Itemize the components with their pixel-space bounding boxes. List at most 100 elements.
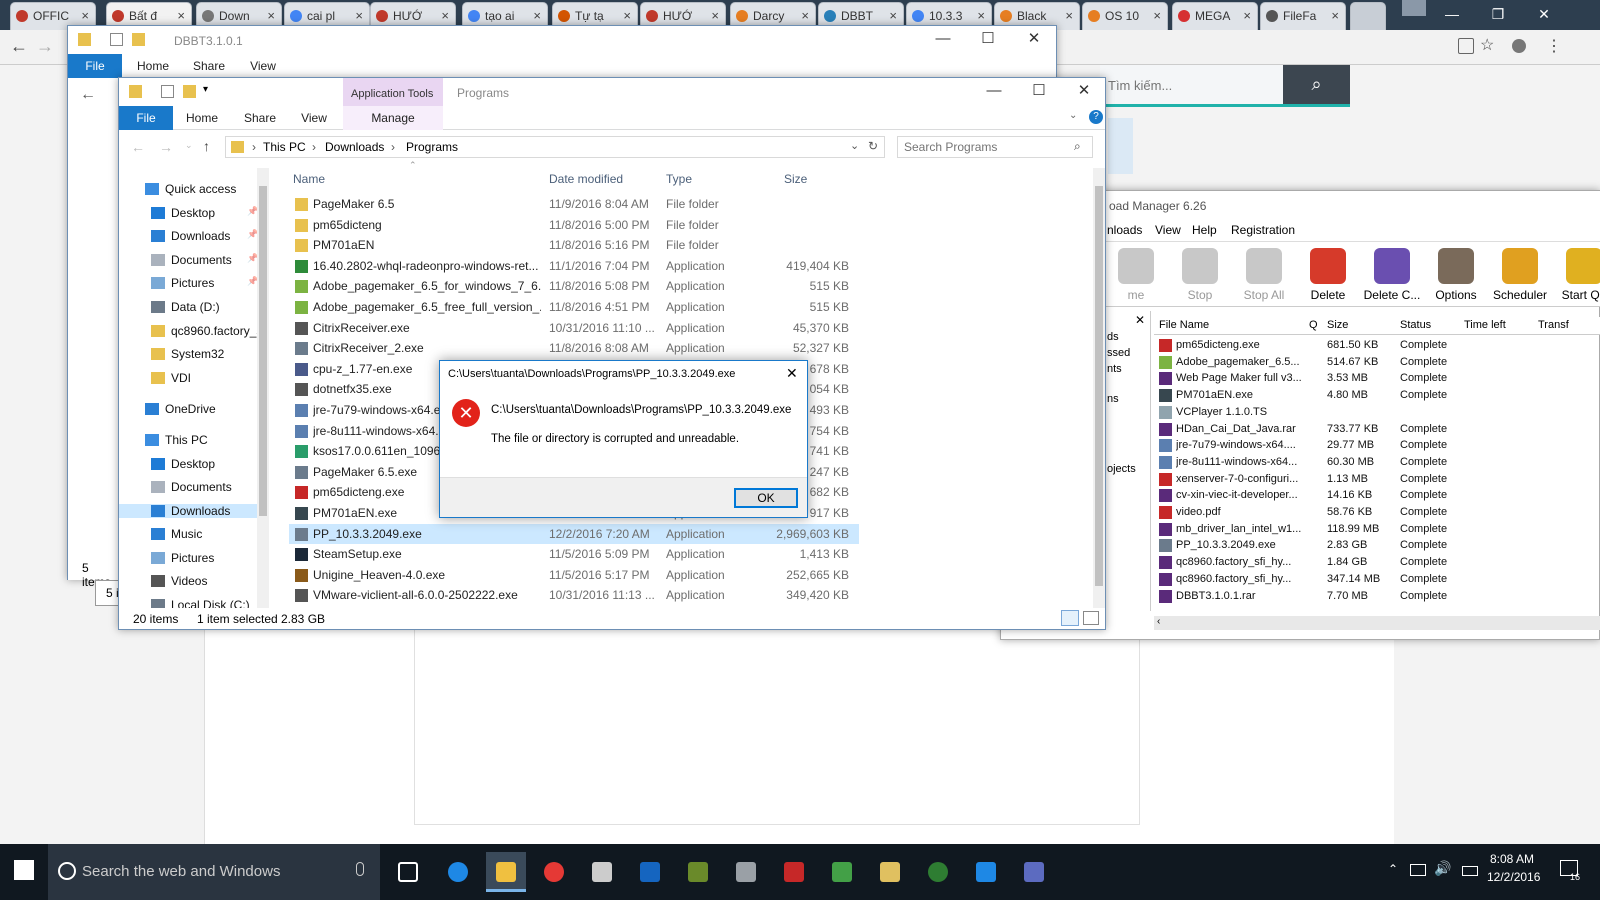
programs-maximize-icon[interactable]: ☐ xyxy=(1016,78,1062,106)
nav-scroll-thumb[interactable] xyxy=(259,186,267,516)
idm-download-row[interactable]: Adobe_pagemaker_6.5... 514.67 KB Complete xyxy=(1154,354,1600,371)
ok-button[interactable]: OK xyxy=(734,488,798,508)
clock-time[interactable]: 8:08 AM xyxy=(1490,852,1534,866)
taskbar-file-explorer-icon[interactable] xyxy=(486,852,526,892)
taskbar-chrome-icon[interactable] xyxy=(534,852,574,892)
idm-category-item[interactable]: ns xyxy=(1107,393,1119,405)
file-row[interactable]: pm65dicteng 11/8/2016 5:00 PM File folder xyxy=(289,215,859,236)
file-row[interactable]: PageMaker 6.5 11/9/2016 8:04 AM File folde… xyxy=(289,194,859,215)
file-row[interactable]: PM701aEN 11/8/2016 5:16 PM File folder xyxy=(289,235,859,256)
taskbar-outlook-icon[interactable] xyxy=(630,852,670,892)
nav-item-onedrive[interactable]: OneDrive xyxy=(145,402,216,416)
taskbar-app-lime-icon[interactable] xyxy=(822,852,862,892)
nav-item-desktop[interactable]: Desktop 📌 xyxy=(151,206,258,220)
help-icon[interactable]: ? xyxy=(1089,110,1103,124)
idm-download-row[interactable]: pm65dicteng.exe 681.50 KB Complete xyxy=(1154,337,1600,354)
tab-close-icon[interactable]: × xyxy=(81,8,89,23)
idm-col-q[interactable]: Q xyxy=(1309,319,1318,331)
properties-icon[interactable] xyxy=(110,33,123,46)
back-arrow-icon[interactable]: ← xyxy=(10,36,28,57)
idm-col-status[interactable]: Status xyxy=(1400,319,1431,331)
idm-download-row[interactable]: HDan_Cai_Dat_Java.rar 733.77 KB Complete xyxy=(1154,421,1600,438)
breadcrumb-downloads[interactable]: Downloads xyxy=(325,140,384,154)
col-name[interactable]: Name xyxy=(293,172,325,186)
nav-item-videos[interactable]: Videos xyxy=(151,574,207,588)
idm-category-item[interactable]: ds xyxy=(1107,331,1119,343)
recent-dropdown-icon[interactable]: ⌄ xyxy=(185,140,193,151)
nav-up-icon[interactable]: ↑ xyxy=(203,138,210,154)
tab-close-icon[interactable]: × xyxy=(711,8,719,23)
tab-close-icon[interactable]: × xyxy=(977,8,985,23)
file-row[interactable]: Adobe_pagemaker_6.5_for_windows_7_6... 11… xyxy=(289,276,859,297)
nav-item-downloads[interactable]: Downloads xyxy=(119,504,257,518)
file-row[interactable]: CitrixReceiver.exe 10/31/2016 11:10 ... Ap… xyxy=(289,318,859,339)
dialog-close-icon[interactable]: ✕ xyxy=(786,365,798,382)
tab-close-icon[interactable]: × xyxy=(177,8,185,23)
idm-download-row[interactable]: DBBT3.1.0.1.rar 7.70 MB Complete xyxy=(1154,588,1600,605)
col-size[interactable]: Size xyxy=(784,172,807,186)
new-folder-icon[interactable] xyxy=(183,85,196,98)
idm-category-close-icon[interactable]: ✕ xyxy=(1135,313,1145,327)
windows-start-icon[interactable] xyxy=(14,860,34,880)
address-bar[interactable]: › This PC › Downloads › Programs ⌄ ↻ xyxy=(225,136,885,158)
idm-col-name[interactable]: File Name xyxy=(1159,319,1209,331)
taskbar-app-globe-icon[interactable] xyxy=(918,852,958,892)
idm-download-row[interactable]: qc8960.factory_sfi_hy... 1.84 GB Complete xyxy=(1154,554,1600,571)
nav-item-quick-access[interactable]: Quick access xyxy=(145,182,236,196)
idm-tool-delete-c-[interactable]: Delete C... xyxy=(1361,242,1423,302)
user-avatar[interactable] xyxy=(1402,0,1426,16)
taskbar-search[interactable]: Search the web and Windows xyxy=(48,844,380,900)
search-icon[interactable]: ⌕ xyxy=(1074,139,1081,154)
new-tab-button[interactable] xyxy=(1350,2,1386,30)
breadcrumb-this-pc[interactable]: This PC xyxy=(263,140,306,154)
browser-minimize-icon[interactable]: — xyxy=(1429,0,1475,30)
tab-close-icon[interactable]: × xyxy=(355,8,363,23)
file-row[interactable]: SteamSetup.exe 11/5/2016 5:09 PM Applicati… xyxy=(289,544,859,565)
idm-download-row[interactable]: PP_10.3.3.2049.exe 2.83 GB Complete xyxy=(1154,537,1600,554)
nav-item-data-d-[interactable]: Data (D:) xyxy=(151,300,220,314)
search-input[interactable] xyxy=(904,140,1064,154)
nav-item-documents[interactable]: Documents 📌 xyxy=(151,253,258,267)
file-row[interactable]: CitrixReceiver_2.exe 11/8/2016 8:08 AM App… xyxy=(289,338,859,359)
nav-item-pictures[interactable]: Pictures 📌 xyxy=(151,276,258,290)
idm-download-row[interactable]: jre-8u111-windows-x64... 60.30 MB Complete xyxy=(1154,454,1600,471)
tab-manage[interactable]: Manage xyxy=(343,106,443,130)
nav-forward-icon[interactable]: → xyxy=(159,139,173,155)
dbbt-tab-home[interactable]: Home xyxy=(128,54,178,78)
tab-close-icon[interactable]: × xyxy=(1243,8,1251,23)
nav-item-desktop[interactable]: Desktop xyxy=(151,457,215,471)
new-folder-icon[interactable] xyxy=(132,33,145,46)
browser-close-icon[interactable]: ✕ xyxy=(1521,0,1567,30)
address-dropdown-icon[interactable]: ⌄ xyxy=(850,139,859,152)
dbbt-maximize-icon[interactable]: ☐ xyxy=(965,26,1011,54)
browser-tab[interactable]: MEGA × xyxy=(1172,2,1258,30)
extension-icon[interactable] xyxy=(1512,39,1526,53)
browser-tab[interactable]: OS 10 × xyxy=(1082,2,1168,30)
programs-minimize-icon[interactable]: — xyxy=(971,78,1017,106)
idm-hscrollbar[interactable]: ‹ xyxy=(1154,616,1600,630)
large-icons-view-icon[interactable] xyxy=(1083,611,1099,625)
idm-col-transfer[interactable]: Transf xyxy=(1538,319,1569,331)
idm-download-row[interactable]: qc8960.factory_sfi_hy... 347.14 MB Complet… xyxy=(1154,571,1600,588)
file-row[interactable]: 16.40.2802-whql-radeonpro-windows-ret...… xyxy=(289,256,859,277)
idm-tool-scheduler[interactable]: Scheduler xyxy=(1489,242,1551,302)
file-row[interactable]: PP_10.3.3.2049.exe 12/2/2016 7:20 AM Appli… xyxy=(289,523,859,545)
dbbt-back-arrow-icon[interactable]: ← xyxy=(80,86,96,104)
dbbt-tab-share[interactable]: Share xyxy=(184,54,234,78)
forward-arrow-icon[interactable]: → xyxy=(36,36,54,57)
idm-tool-me[interactable]: me xyxy=(1105,242,1167,302)
qat-dropdown-icon[interactable]: ▾ xyxy=(203,84,208,95)
tab-view[interactable]: View xyxy=(291,106,337,130)
idm-menu-registration[interactable]: Registration xyxy=(1231,223,1295,237)
file-row[interactable]: Unigine_Heaven-4.0.exe 11/5/2016 5:17 PM A… xyxy=(289,565,859,586)
nav-item-music[interactable]: Music xyxy=(151,527,202,541)
idm-tool-options[interactable]: Options xyxy=(1425,242,1487,302)
nav-item-downloads[interactable]: Downloads 📌 xyxy=(151,229,258,243)
tab-close-icon[interactable]: × xyxy=(801,8,809,23)
menu-icon[interactable]: ⋮ xyxy=(1546,36,1562,56)
file-row[interactable]: VMware-viclient-all-6.0.0-2502222.exe 10/… xyxy=(289,585,859,606)
refresh-icon[interactable]: ↻ xyxy=(868,139,878,153)
breadcrumb-programs[interactable]: Programs xyxy=(406,140,458,154)
programs-close-icon[interactable]: ✕ xyxy=(1061,78,1107,106)
site-search-input[interactable] xyxy=(1108,73,1268,97)
